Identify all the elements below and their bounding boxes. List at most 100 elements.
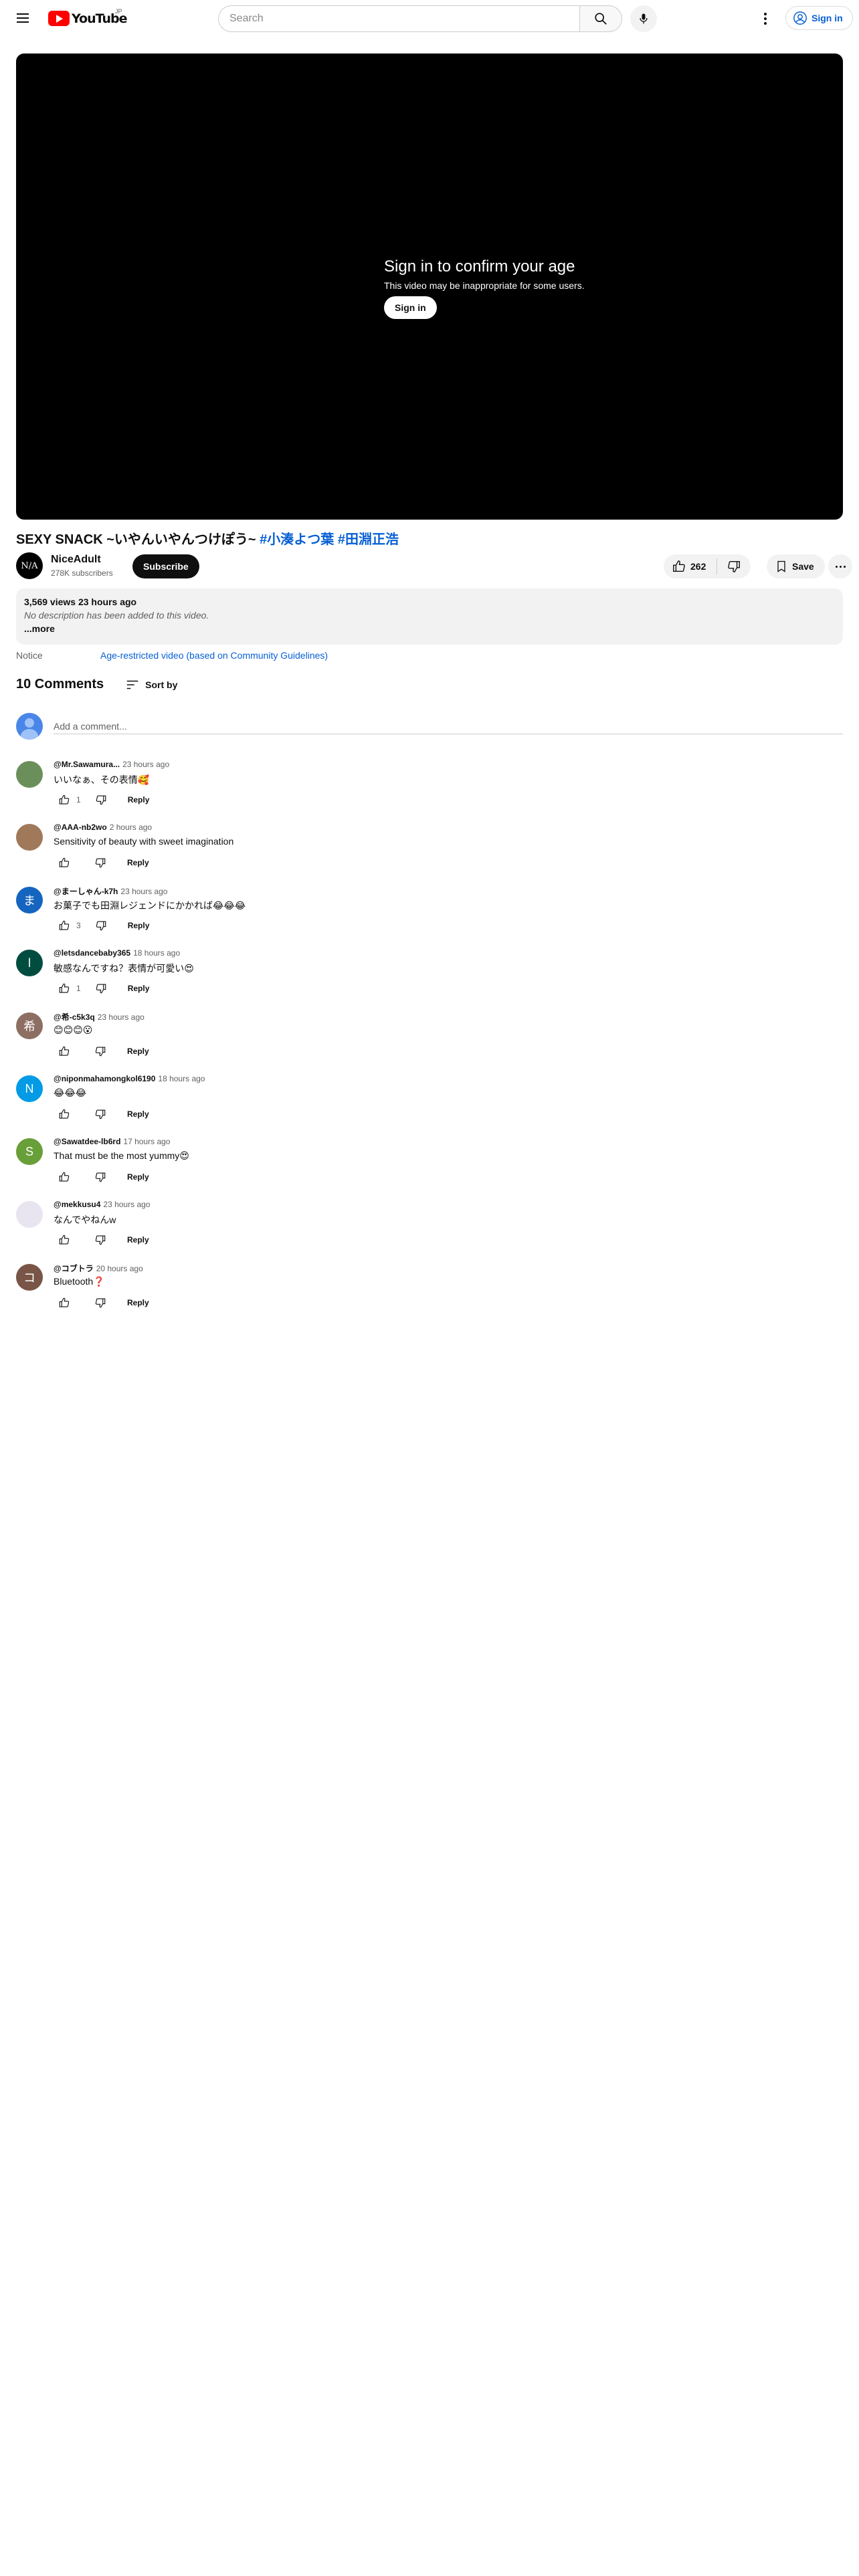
comment-timestamp[interactable]: 2 hours ago (110, 823, 152, 832)
comment-author-avatar[interactable]: N (16, 1075, 43, 1102)
thumbs-down-icon (96, 921, 106, 931)
comment-author[interactable]: @niponmahamongkol6190 (54, 1074, 155, 1083)
thumbs-down-icon (728, 560, 741, 572)
sort-by-button[interactable]: Sort by (125, 677, 177, 692)
like-dislike-group: 262 (664, 554, 751, 578)
comment-timestamp[interactable]: 18 hours ago (158, 1074, 205, 1083)
hashtag-link[interactable]: #小湊よつ葉 (260, 532, 334, 547)
expand-description-button[interactable]: ...more (24, 623, 835, 634)
comment-author-avatar[interactable]: S (16, 1138, 43, 1165)
comment-author[interactable]: @まーしゃん-k7h (54, 887, 118, 896)
description-text: No description has been added to this vi… (24, 610, 209, 621)
comment-reply-button[interactable]: Reply (117, 789, 161, 811)
comment-dislike-button[interactable] (90, 1292, 111, 1313)
search-input[interactable] (218, 5, 579, 32)
notice-link[interactable]: Age-restricted video (based on Community… (100, 650, 328, 661)
add-comment-input[interactable] (54, 718, 843, 734)
comment-like-button[interactable] (54, 1041, 75, 1062)
thumbs-down-icon (95, 1109, 106, 1119)
comment-timestamp[interactable]: 23 hours ago (120, 887, 167, 896)
comment-timestamp[interactable]: 18 hours ago (133, 948, 180, 958)
comment-reply-button[interactable]: Reply (116, 852, 160, 873)
comment-reply-button[interactable]: Reply (116, 1292, 160, 1313)
comment-author-avatar[interactable] (16, 824, 43, 851)
comment-like-button[interactable] (54, 852, 75, 873)
comment-author[interactable]: @AAA-nb2wo (54, 823, 107, 832)
comment-dislike-button[interactable] (90, 1229, 111, 1251)
comment-author[interactable]: @希-c5k3q (54, 1012, 95, 1022)
comment-text: お菓子でも田淵レジェンドにかかれば😂😂😂 (54, 900, 246, 911)
comment-text: いいなぁ、その表情🥰 (54, 774, 150, 785)
comment-reply-button[interactable]: Reply (117, 978, 161, 999)
user-avatar (16, 713, 43, 740)
comment-author[interactable]: @コブトラ (54, 1264, 94, 1273)
subscribe-button[interactable]: Subscribe (132, 554, 199, 578)
like-button[interactable]: 262 (664, 558, 718, 574)
comment-author-avatar[interactable]: 希 (16, 1012, 43, 1039)
more-actions-icon[interactable] (828, 554, 852, 578)
comment-like-button[interactable] (54, 1292, 75, 1313)
comment-timestamp[interactable]: 20 hours ago (96, 1264, 143, 1273)
comment-like-button[interactable] (54, 978, 75, 999)
comment-author-avatar[interactable]: ま (16, 887, 43, 914)
comment-dislike-button[interactable] (90, 1103, 111, 1125)
comment-like-button[interactable] (54, 915, 75, 936)
comment-author[interactable]: @mekkusu4 (54, 1200, 100, 1209)
comment-like-count: 1 (76, 795, 81, 804)
comment-author-avatar[interactable] (16, 761, 43, 788)
thumbs-up-icon (59, 857, 70, 867)
comment-timestamp[interactable]: 23 hours ago (98, 1012, 145, 1022)
comment-like-button[interactable] (54, 1103, 75, 1125)
comment-reply-button[interactable]: Reply (116, 1041, 160, 1062)
search-button[interactable] (579, 5, 622, 32)
comment-dislike-button[interactable] (90, 978, 112, 999)
save-button[interactable]: Save (767, 554, 825, 578)
dislike-button[interactable] (717, 554, 751, 578)
youtube-logo[interactable]: YouTube JP (48, 8, 127, 26)
comment-reply-button[interactable]: Reply (117, 915, 161, 936)
comment-timestamp[interactable]: 23 hours ago (103, 1200, 150, 1209)
signin-button[interactable]: Sign in (785, 6, 853, 30)
comment-thread: N @niponmahamongkol6190 18 hours ago 😂😂😂 … (16, 1074, 843, 1134)
comment-author-avatar[interactable]: コ (16, 1264, 43, 1291)
like-count: 262 (690, 561, 706, 572)
comment-dislike-button[interactable] (90, 1041, 111, 1062)
age-gate-signin-button[interactable]: Sign in (384, 296, 437, 319)
comment-thread: @AAA-nb2wo 2 hours ago Sensitivity of bea… (16, 823, 843, 883)
comment-dislike-button[interactable] (90, 789, 112, 811)
comment-dislike-button[interactable] (90, 852, 111, 873)
comment-reply-button[interactable]: Reply (116, 1166, 160, 1188)
description-box[interactable]: 3,569 views 23 hours ago No description … (16, 588, 843, 645)
thumbs-up-icon (59, 1172, 70, 1182)
thumbs-up-icon (59, 1235, 70, 1245)
comment-dislike-button[interactable] (90, 915, 112, 936)
channel-name[interactable]: NiceAdult (51, 554, 101, 566)
thumbs-down-icon (96, 984, 106, 994)
comment-header: @AAA-nb2wo 2 hours ago (54, 823, 152, 832)
play-logo-icon (48, 11, 70, 26)
comment-like-button[interactable] (54, 1166, 75, 1188)
menu-icon[interactable] (15, 11, 31, 27)
comment-dislike-button[interactable] (90, 1166, 111, 1188)
comment-author[interactable]: @Mr.Sawamura... (54, 760, 120, 769)
age-gate-subtitle: This video may be inappropriate for some… (384, 280, 585, 291)
channel-avatar[interactable]: N/A (16, 552, 43, 579)
voice-search-button[interactable] (630, 5, 657, 32)
comment-timestamp[interactable]: 17 hours ago (123, 1137, 170, 1146)
comment-like-button[interactable] (54, 1229, 75, 1251)
sort-icon (126, 680, 138, 689)
comment-reply-button[interactable]: Reply (116, 1229, 160, 1251)
comment-reply-button[interactable]: Reply (116, 1103, 160, 1125)
video-player[interactable]: Sign in to confirm your age This video m… (16, 53, 843, 520)
age-gate-title: Sign in to confirm your age (384, 257, 575, 276)
settings-menu-icon[interactable] (757, 11, 773, 27)
comment-like-button[interactable] (54, 789, 75, 811)
comment-timestamp[interactable]: 23 hours ago (122, 760, 169, 769)
comment-author-avatar[interactable] (16, 1201, 43, 1228)
comment-author[interactable]: @Sawatdee-lb6rd (54, 1137, 120, 1146)
comment-text: なんでやねんw (54, 1214, 116, 1225)
comment-author-avatar[interactable]: l (16, 950, 43, 976)
hashtag-link[interactable]: #田淵正浩 (338, 532, 399, 547)
comment-author[interactable]: @letsdancebaby365 (54, 948, 130, 958)
thumbs-up-icon (59, 794, 70, 804)
